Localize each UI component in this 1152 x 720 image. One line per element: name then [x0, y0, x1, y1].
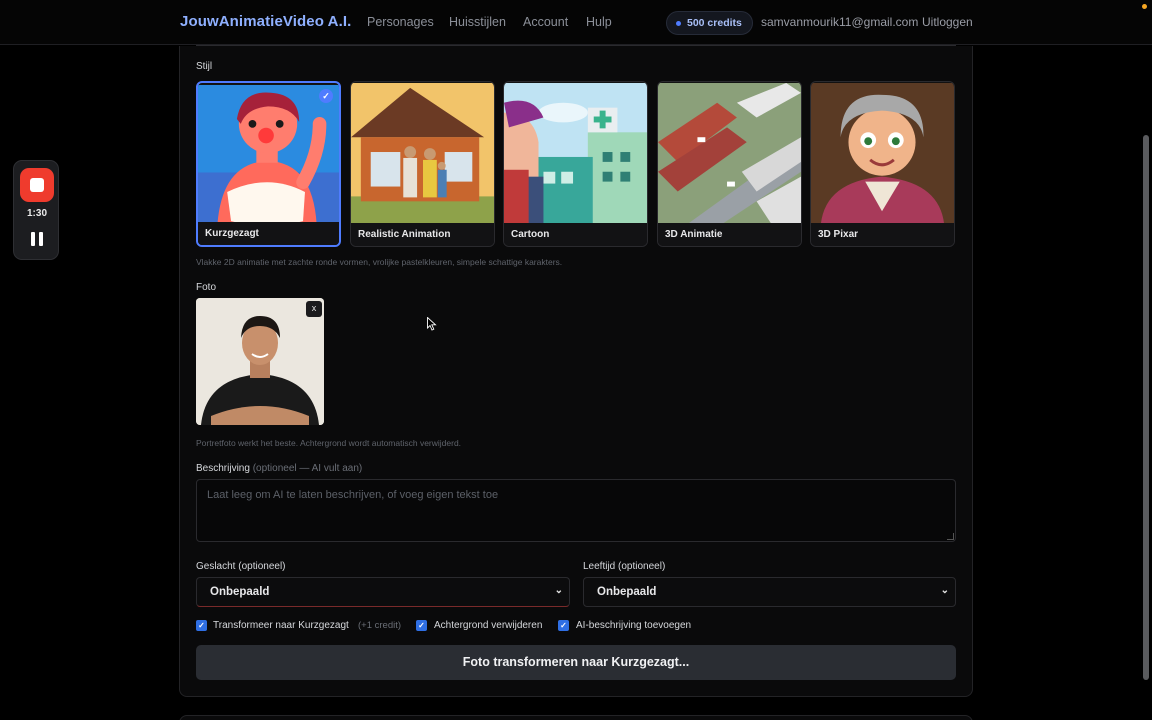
nav-link-personages[interactable]: Personages [367, 15, 434, 29]
photo-hint: Portretfoto werkt het beste. Achtergrond… [196, 438, 462, 448]
style-tile-3d-pixar[interactable]: 3D Pixar [810, 81, 955, 247]
brand-logo[interactable]: JouwAnimatieVideo A.I. [180, 13, 351, 30]
description-optional-text: (optioneel — AI vult aan) [252, 463, 363, 474]
description-label: Beschrijving (optioneel — AI vult aan) [196, 463, 362, 474]
transform-checkbox[interactable]: ✓ [196, 620, 207, 631]
style-tile-label: 3D Animatie [658, 223, 801, 246]
style-label: Stijl [196, 61, 213, 72]
style-hint: Vlakke 2D animatie met zachte ronde vorm… [196, 257, 563, 267]
gender-label: Geslacht (optioneel) [196, 561, 286, 572]
style-tile-label: Kurzgezagt [198, 222, 339, 245]
selected-check-icon: ✓ [319, 89, 333, 103]
transform-credit-cost: (+1 credit) [358, 620, 402, 631]
style-tile-kurzgezagt[interactable]: ✓ Kurzgezagt [196, 81, 341, 247]
realistic-animation-thumbnail [351, 82, 494, 225]
3d-pixar-thumbnail [811, 82, 954, 225]
next-section-card [179, 715, 973, 720]
age-label: Leeftijd (optioneel) [583, 561, 666, 572]
user-email: samvanmourik11@gmail.com [761, 15, 919, 29]
description-textarea[interactable]: Laat leeg om AI te laten beschrijven, of… [196, 479, 956, 542]
3d-animatie-thumbnail [658, 82, 801, 225]
remove-background-checkbox[interactable]: ✓ [416, 620, 427, 631]
page-scrollbar[interactable] [1143, 135, 1149, 680]
ai-description-label: AI-beschrijving toevoegen [576, 620, 692, 631]
mouse-cursor-icon [427, 317, 437, 331]
transform-photo-button[interactable]: Foto transformeren naar Kurzgezagt... [196, 645, 956, 680]
remove-photo-button[interactable]: x [306, 301, 322, 317]
transform-checkbox-label: Transformeer naar Kurzgezagt [213, 620, 349, 631]
top-nav: JouwAnimatieVideo A.I. Personages Huisst… [0, 0, 1152, 45]
ai-description-checkbox[interactable]: ✓ [558, 620, 569, 631]
style-tile-3d-animatie[interactable]: 3D Animatie [657, 81, 802, 247]
chevron-down-icon: ⌄ [940, 585, 949, 596]
description-label-text: Beschrijving [196, 463, 250, 474]
cartoon-thumbnail [504, 82, 647, 225]
photo-label: Foto [196, 282, 217, 293]
pause-icon[interactable] [31, 232, 43, 246]
style-tile-label: Realistic Animation [351, 223, 494, 246]
notification-dot-icon [1142, 4, 1147, 9]
age-select[interactable]: Onbepaald ⌄ [583, 577, 956, 607]
section-divider [196, 45, 956, 46]
recording-time: 1:30 [26, 208, 47, 219]
credits-dot-icon [676, 20, 681, 26]
screen-recorder-widget: 1:30 [13, 160, 59, 260]
credits-label: 500 credits [687, 17, 742, 29]
resize-grip-icon[interactable] [947, 533, 954, 540]
stop-recording-button[interactable] [20, 168, 54, 202]
uploaded-photo[interactable] [196, 298, 324, 425]
gender-select-value: Onbepaald [210, 586, 270, 598]
style-tile-label: Cartoon [504, 223, 647, 246]
logout-link[interactable]: Uitloggen [922, 15, 973, 29]
nav-link-hulp[interactable]: Hulp [586, 15, 612, 29]
nav-link-huisstijlen[interactable]: Huisstijlen [449, 15, 506, 29]
style-tile-cartoon[interactable]: Cartoon [503, 81, 648, 247]
credits-badge[interactable]: 500 credits [666, 11, 753, 35]
nav-link-account[interactable]: Account [523, 15, 568, 29]
remove-background-label: Achtergrond verwijderen [434, 620, 543, 631]
kurzgezagt-thumbnail [198, 84, 339, 226]
age-select-value: Onbepaald [597, 586, 657, 598]
gender-select[interactable]: Onbepaald ⌄ [196, 577, 570, 607]
style-tile-realistic-animation[interactable]: Realistic Animation [350, 81, 495, 247]
portrait-image [196, 298, 324, 425]
chevron-down-icon: ⌄ [554, 585, 563, 596]
style-tile-label: 3D Pixar [811, 223, 954, 246]
